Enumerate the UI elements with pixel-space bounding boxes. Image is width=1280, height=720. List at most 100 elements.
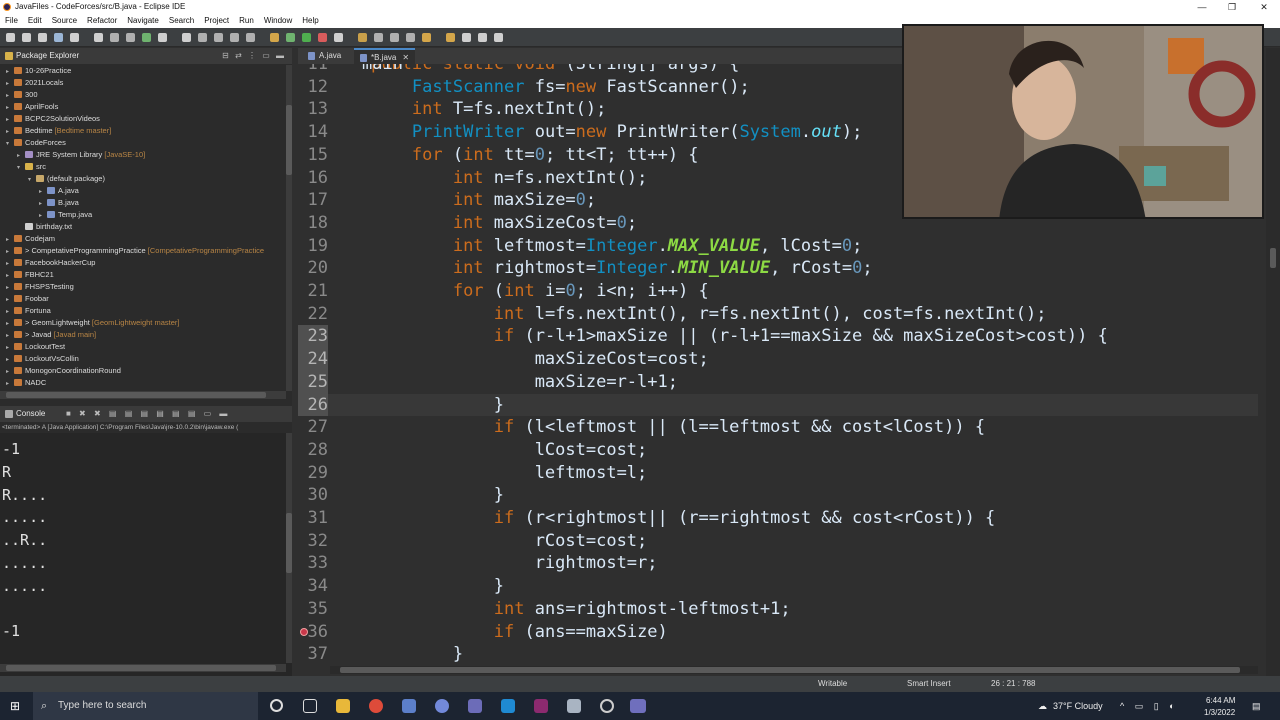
tree-item[interactable]: ▸ FHSPSTesting [0,281,285,293]
explorer-hscrollbar[interactable] [0,391,286,399]
code-line[interactable]: 25 maxSize=r-l+1; [298,370,1258,394]
vscode-icon[interactable] [501,699,515,713]
toolbar-icon[interactable] [478,33,487,42]
tree-item[interactable]: ▸ FBHC21 [0,269,285,281]
tree-item[interactable]: ▸ FacebookHackerCup [0,257,285,269]
error-marker-icon[interactable] [300,627,308,636]
console-hscrollbar[interactable] [0,664,286,672]
eclipse-active-icon[interactable] [630,699,646,713]
toolbar-icon[interactable] [126,33,135,42]
tree-item[interactable]: ▸ BCPC2SolutionVideos [0,113,285,125]
toolbar-icon[interactable] [270,33,279,42]
close-tab-icon[interactable]: ✕ [402,53,409,62]
editor-vscroll-thumb[interactable] [1270,248,1276,268]
code-line[interactable]: 26 } [298,393,1258,417]
tree-item[interactable]: ▸ 10-26Practice [0,65,285,77]
console-toolbar[interactable]: ■ ✖ ✖ ▤ ▤ ▤ ▤ ▤ ▤ ▭ ▬ [66,406,230,422]
toolbar-icon[interactable] [286,33,295,42]
editor-tab[interactable]: A.java [302,48,347,64]
menu-file[interactable]: File [5,14,18,28]
tree-item[interactable]: ▸ LockoutTest [0,341,285,353]
obs-icon[interactable] [600,699,614,713]
toolbar-icon[interactable] [110,33,119,42]
toolbar-icon[interactable] [198,33,207,42]
code-line[interactable]: 32 rCost=cost; [298,530,1258,553]
toolbar-icon[interactable] [358,33,367,42]
minimize-button[interactable]: — [1186,0,1218,14]
tree-item[interactable]: ▸ Fortuna [0,305,285,317]
explorer-hscroll-thumb[interactable] [6,392,266,398]
menu-help[interactable]: Help [302,14,318,28]
file-explorer-icon[interactable] [336,699,350,713]
code-line[interactable]: 19 int leftmost=Integer.MAX_VALUE, lCost… [298,235,1258,258]
code-line[interactable]: 23 if (r-l+1>maxSize || (r-l+1==maxSize … [298,325,1258,349]
tree-item[interactable]: ▸ 2021Locals [0,77,285,89]
view-controls[interactable]: ⊟ ⇄ ⋮ ▭ ▬ [222,48,286,64]
explorer-scrollbar[interactable] [286,65,292,391]
console-scroll-thumb[interactable] [286,513,292,573]
app-icon-2[interactable] [534,699,548,713]
toolbar-icon[interactable] [334,33,343,42]
tree-item[interactable]: ▸ Codejam [0,233,285,245]
tree-item[interactable]: ▸ MonogonCoordinationRound [0,365,285,377]
code-line[interactable]: 21 for (int i=0; i<n; i++) { [298,280,1258,303]
toolbar-icon[interactable] [446,33,455,42]
tree-item[interactable]: ▾ (default package) [0,173,285,185]
toolbar-icon[interactable] [22,33,31,42]
tree-item[interactable]: ▸ A.java [0,185,285,197]
code-line[interactable]: 20 int rightmost=Integer.MIN_VALUE, rCos… [298,257,1258,280]
editor-vscrollbar[interactable] [1266,48,1280,676]
code-line[interactable]: 31 if (r<rightmost|| (r==rightmost && co… [298,507,1258,530]
code-line[interactable]: 22 int l=fs.nextInt(), r=fs.nextInt(), c… [298,303,1258,326]
menu-window[interactable]: Window [264,14,292,28]
chrome-icon[interactable] [369,699,383,713]
windows-start-icon[interactable]: ⊞ [10,699,24,713]
code-line[interactable]: 27 if (l<leftmost || (l==leftmost && cos… [298,416,1258,439]
tree-item[interactable]: ▸ Foobar [0,293,285,305]
menu-run[interactable]: Run [239,14,254,28]
toolbar-icon[interactable] [38,33,47,42]
tree-item[interactable]: ▾ src [0,161,285,173]
taskbar-search-box[interactable]: ⌕ Type here to search [33,692,258,720]
tree-item[interactable]: ▸ Bedtime [Bedtime master] [0,125,285,137]
code-line[interactable]: 28 lCost=cost; [298,439,1258,462]
toolbar-icon[interactable] [406,33,415,42]
code-line[interactable]: 33 rightmost=r; [298,552,1258,575]
tree-item[interactable]: ▸ 300 [0,89,285,101]
package-explorer-tab[interactable]: Package Explorer ⊟ ⇄ ⋮ ▭ ▬ [0,48,292,64]
editor-hscroll-thumb[interactable] [340,667,1240,673]
eclipse-taskbar-icon[interactable] [468,699,482,713]
app-icon[interactable] [402,699,416,713]
menu-search[interactable]: Search [169,14,194,28]
toolbar-icon[interactable] [94,33,103,42]
console-hscroll-thumb[interactable] [6,665,276,671]
console-scrollbar[interactable] [286,433,292,663]
toolbar-icon[interactable] [422,33,431,42]
toolbar-icon[interactable] [158,33,167,42]
discord-icon[interactable] [435,699,449,713]
editor-tab[interactable]: *B.java ✕ [354,48,416,64]
tree-item[interactable]: birthday.txt [0,221,285,233]
explorer-scroll-thumb[interactable] [286,105,292,175]
toolbar-icon[interactable] [54,33,63,42]
tree-item[interactable]: ▸ LockoutVsCollin [0,353,285,365]
console-tab[interactable]: Console ■ ✖ ✖ ▤ ▤ ▤ ▤ ▤ ▤ ▭ ▬ [0,406,292,422]
clock-date[interactable]: 1/3/2022 [1204,699,1235,720]
editor-hscrollbar[interactable] [330,666,1258,674]
tree-item[interactable]: ▸ AprilFools [0,101,285,113]
toolbar-icon[interactable] [302,33,311,42]
toolbar-icon[interactable] [494,33,503,42]
toolbar-icon[interactable] [182,33,191,42]
cortana-icon[interactable] [270,699,283,712]
code-line[interactable]: 36 if (ans==maxSize) [298,621,1258,644]
app-icon-3[interactable] [567,699,581,713]
tree-item[interactable]: ▸ > Javad [Javad main] [0,329,285,341]
toolbar-icon[interactable] [6,33,15,42]
menu-edit[interactable]: Edit [28,14,42,28]
code-line[interactable]: 34 } [298,575,1258,598]
menu-source[interactable]: Source [52,14,77,28]
tree-item[interactable]: ▸ JRE System Library [JavaSE-10] [0,149,285,161]
toolbar-icon[interactable] [390,33,399,42]
toolbar-icon[interactable] [318,33,327,42]
tree-item[interactable]: ▾ CodeForces [0,137,285,149]
